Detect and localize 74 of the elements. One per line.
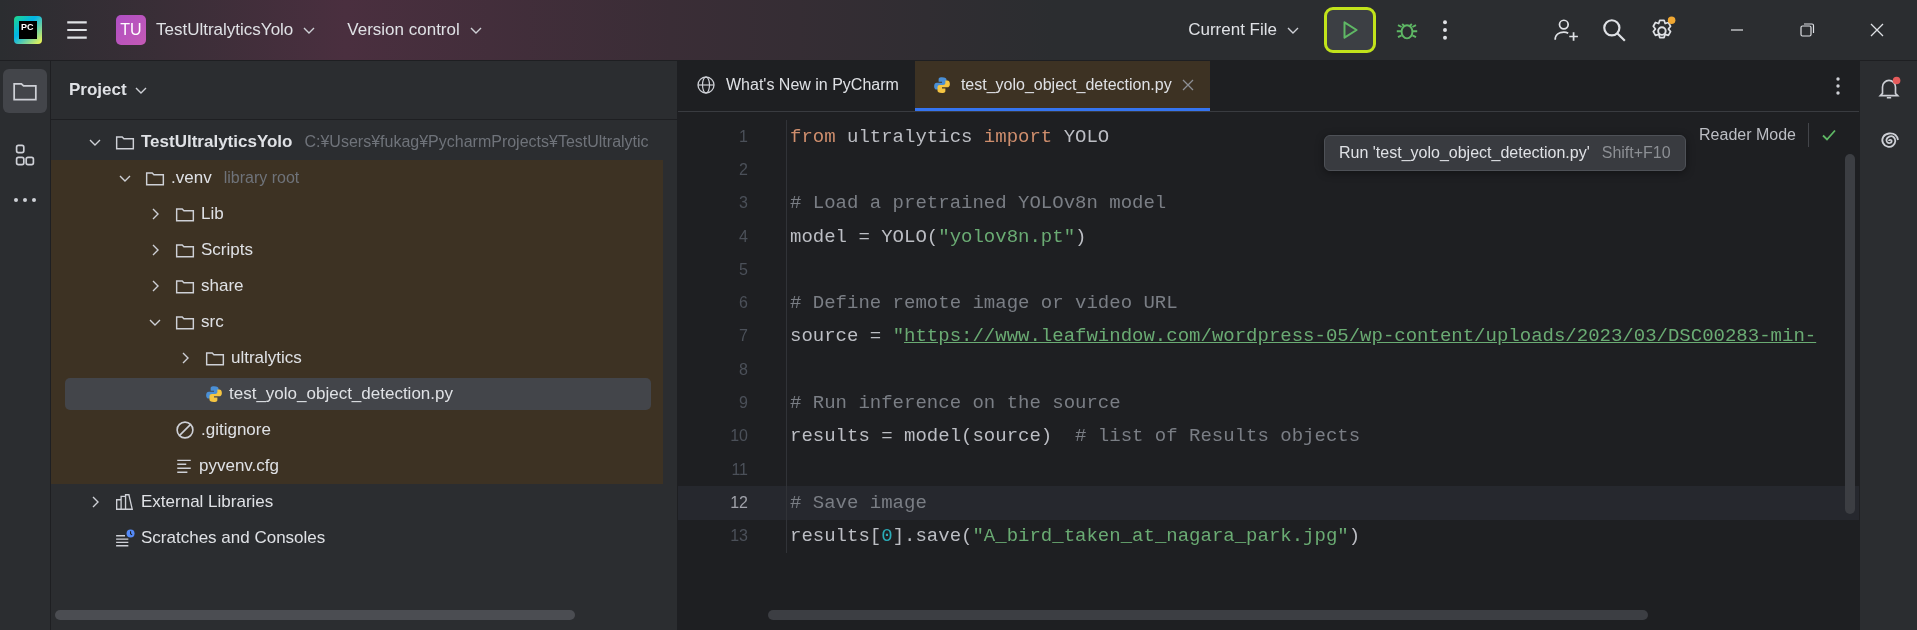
- restore-icon[interactable]: [1797, 20, 1817, 40]
- code-number: 0: [881, 525, 893, 548]
- tab-label: What's New in PyCharm: [726, 75, 899, 94]
- scratches-icon: [115, 529, 135, 547]
- code-comment: # Load a pretrained YOLOv8n model: [790, 192, 1167, 215]
- version-control-menu[interactable]: Version control: [343, 16, 488, 44]
- tree-item[interactable]: Scratches and Consoles: [65, 522, 651, 554]
- code-text: ): [1348, 525, 1361, 548]
- code-keyword: import: [983, 125, 1053, 148]
- code-link[interactable]: https://www.leafwindow.com/wordpress-05/wp-content/uploads/2023/03/DSC00283-min-: [904, 325, 1817, 348]
- project-tool-button[interactable]: [3, 69, 47, 113]
- tooltip-text: Run 'test_yolo_object_detection.py': [1339, 144, 1590, 162]
- more-icon[interactable]: [1441, 19, 1449, 41]
- tree-item[interactable]: ultralytics: [65, 342, 651, 374]
- code-text: source =: [790, 325, 883, 348]
- text-file-icon: [175, 457, 193, 475]
- code-keyword: from: [790, 125, 836, 148]
- code-string: "yolov8n.pt": [938, 225, 1076, 248]
- folder-icon: [175, 205, 195, 223]
- tree-item[interactable]: Scripts: [65, 234, 651, 266]
- code-text: YOLO: [1062, 125, 1110, 148]
- code-comment: # Define remote image or video URL: [790, 292, 1178, 315]
- app-logo[interactable]: PC: [14, 16, 42, 44]
- code-text: model = YOLO(: [790, 225, 939, 248]
- tree-item[interactable]: External Libraries: [65, 486, 651, 518]
- code-comment: # list of Results objects: [1075, 425, 1361, 448]
- code-text: results[: [790, 525, 882, 548]
- folder-icon: [175, 313, 195, 331]
- code-string: ": [892, 325, 905, 348]
- more-icon[interactable]: [1835, 76, 1841, 96]
- folder-icon: [115, 133, 135, 151]
- reader-mode-link[interactable]: Reader Mode: [1699, 126, 1796, 144]
- project-icon: TU: [116, 15, 146, 45]
- run-configuration-selector[interactable]: Current File: [1184, 16, 1305, 44]
- structure-icon[interactable]: [13, 143, 37, 167]
- search-icon[interactable]: [1601, 17, 1627, 43]
- tree-item[interactable]: .gitignore: [65, 414, 651, 446]
- tree-item[interactable]: test_yolo_object_detection.py: [65, 378, 651, 410]
- add-user-icon[interactable]: [1553, 17, 1579, 43]
- folder-icon: [145, 169, 165, 187]
- code-text: ): [1075, 225, 1087, 248]
- tab-label: test_yolo_object_detection.py: [960, 75, 1172, 94]
- editor-tab[interactable]: test_yolo_object_detection.py: [914, 61, 1210, 111]
- globe-icon: [696, 74, 716, 95]
- run-button[interactable]: [1327, 10, 1373, 50]
- tree-item[interactable]: pyvenv.cfg: [65, 450, 651, 482]
- tree-item[interactable]: share: [65, 270, 651, 302]
- tree-item[interactable]: TestUltralyticsYolo C:¥Users¥fukag¥PycharmProjects¥TestUltralytic: [65, 126, 651, 158]
- folder-icon: [175, 241, 195, 259]
- python-file-icon: [205, 385, 223, 403]
- tree-item[interactable]: .venv library root: [65, 162, 651, 194]
- code-comment: # Save image: [790, 491, 927, 514]
- horizontal-scrollbar[interactable]: [768, 610, 1648, 620]
- project-view-dropdown[interactable]: Project: [63, 79, 155, 101]
- tree-item[interactable]: Lib: [65, 198, 651, 230]
- folder-icon: [175, 277, 195, 295]
- code-comment: # Run inference on the source: [790, 392, 1121, 414]
- horizontal-scrollbar[interactable]: [55, 610, 575, 620]
- ignore-file-icon: [175, 420, 195, 440]
- editor-tab[interactable]: What's New in PyCharm: [678, 61, 915, 111]
- check-icon: [1821, 127, 1837, 143]
- tree-item[interactable]: src: [65, 306, 651, 338]
- python-file-icon: [932, 75, 951, 94]
- code-text: results = model(source): [790, 425, 1054, 448]
- code-string: "A_bird_taken_at_nagara_park.jpg": [972, 525, 1349, 548]
- project-name-dropdown[interactable]: TU TestUltralyticsYolo: [112, 11, 322, 49]
- line-number: 12: [678, 486, 787, 520]
- folder-icon: [205, 349, 225, 367]
- shortcut-label: Shift+F10: [1601, 144, 1671, 162]
- code-text: ].save(: [892, 525, 973, 548]
- more-icon[interactable]: [12, 197, 38, 203]
- code-text: ultralytics: [846, 125, 974, 148]
- libraries-icon: [115, 493, 135, 511]
- vertical-scrollbar[interactable]: [1845, 154, 1855, 514]
